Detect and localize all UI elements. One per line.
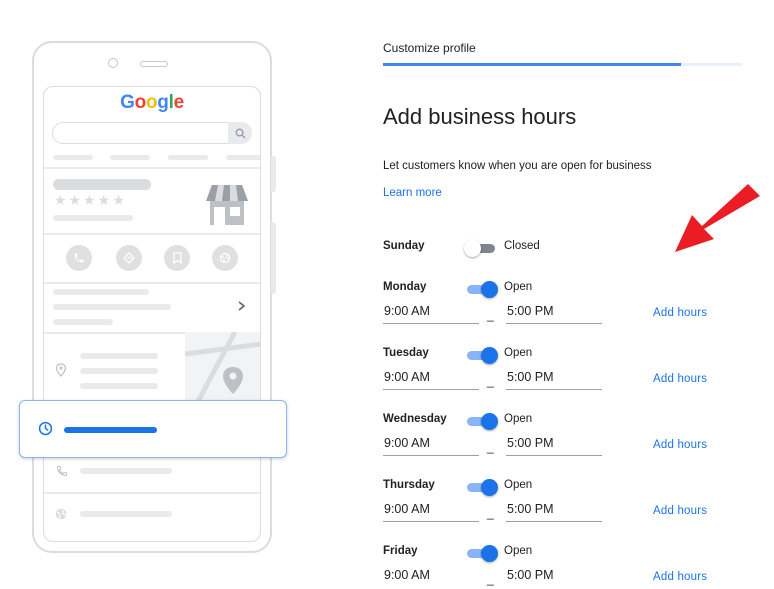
add-hours-link[interactable]: Add hours	[653, 373, 707, 385]
red-arrow-annotation	[675, 184, 760, 252]
divider	[44, 282, 260, 284]
open-closed-toggle[interactable]	[467, 545, 498, 562]
day-name: Wednesday	[383, 413, 447, 425]
placeholder-line	[53, 215, 133, 221]
phone-speaker	[140, 61, 168, 67]
day-name: Thursday	[383, 479, 435, 491]
day-row-tuesday: Tuesday Open 9:00 AM _ 5:00 PM Add hours	[383, 347, 743, 407]
time-separator: _	[487, 374, 494, 388]
hours-highlight-bar	[64, 427, 157, 433]
closing-time-field[interactable]: 5:00 PM	[506, 370, 602, 390]
day-row-wednesday: Wednesday Open 9:00 AM _ 5:00 PM Add hou…	[383, 413, 743, 473]
location-pin-icon	[55, 363, 67, 377]
divider	[44, 233, 260, 235]
add-hours-link[interactable]: Add hours	[653, 505, 707, 517]
day-status: Open	[504, 413, 533, 425]
phone-side-button	[271, 156, 276, 192]
add-hours-link[interactable]: Add hours	[653, 439, 707, 451]
breadcrumb: Customize profile	[383, 41, 476, 55]
time-separator: _	[487, 308, 494, 322]
opening-time-field[interactable]: 9:00 AM	[383, 502, 479, 522]
day-status: Closed	[504, 240, 540, 252]
google-logo: Google	[120, 92, 184, 113]
save-icon	[164, 245, 190, 271]
divider	[44, 492, 260, 494]
open-closed-toggle[interactable]	[467, 413, 498, 430]
day-name: Monday	[383, 281, 427, 293]
placeholder-line	[110, 155, 150, 160]
website-icon	[212, 245, 238, 271]
placeholder-line	[80, 353, 158, 359]
clock-icon	[38, 421, 53, 436]
time-separator: _	[487, 572, 494, 586]
placeholder-line	[80, 368, 158, 374]
placeholder-line	[80, 511, 172, 517]
learn-more-link[interactable]: Learn more	[383, 187, 442, 199]
time-separator: _	[487, 440, 494, 454]
page-title: Add business hours	[383, 104, 577, 129]
progress-bar	[383, 63, 742, 66]
placeholder-line	[168, 155, 208, 160]
placeholder-line	[80, 383, 158, 389]
day-row-thursday: Thursday Open 9:00 AM _ 5:00 PM Add hour…	[383, 479, 743, 539]
rating-stars: ★★★★★	[54, 192, 127, 208]
closing-time-field[interactable]: 5:00 PM	[506, 304, 602, 324]
open-closed-toggle[interactable]	[464, 240, 497, 257]
day-status: Open	[504, 479, 533, 491]
progress-fill	[383, 63, 681, 66]
closing-time-field[interactable]: 5:00 PM	[506, 568, 602, 588]
day-name: Tuesday	[383, 347, 429, 359]
opening-time-field[interactable]: 9:00 AM	[383, 370, 479, 390]
closing-time-field[interactable]: 5:00 PM	[506, 436, 602, 456]
phone-icon	[56, 466, 67, 477]
storefront-icon	[206, 185, 248, 225]
phone-camera	[108, 58, 118, 68]
placeholder-line	[53, 179, 151, 190]
placeholder-line	[226, 155, 260, 160]
day-status: Open	[504, 347, 533, 359]
placeholder-line	[80, 468, 172, 474]
placeholder-line	[53, 319, 113, 325]
open-closed-toggle[interactable]	[467, 347, 498, 364]
opening-time-field[interactable]: 9:00 AM	[383, 304, 479, 324]
day-status: Open	[504, 281, 533, 293]
open-closed-toggle[interactable]	[467, 281, 498, 298]
add-hours-link[interactable]: Add hours	[653, 571, 707, 583]
search-icon	[228, 122, 252, 144]
chevron-right-icon	[238, 301, 246, 311]
day-name: Sunday	[383, 240, 425, 252]
mock-search-bar	[52, 122, 252, 144]
day-name: Friday	[383, 545, 418, 557]
opening-time-field[interactable]: 9:00 AM	[383, 568, 479, 588]
placeholder-line	[53, 289, 149, 295]
phone-side-button	[271, 222, 276, 294]
phone-icon	[66, 245, 92, 271]
time-separator: _	[487, 506, 494, 520]
closing-time-field[interactable]: 5:00 PM	[506, 502, 602, 522]
page-subtitle: Let customers know when you are open for…	[383, 160, 652, 172]
website-icon	[55, 508, 67, 520]
phone-screen: Google ★★★★★	[43, 86, 261, 542]
day-row-monday: Monday Open 9:00 AM _ 5:00 PM Add hours	[383, 281, 743, 341]
directions-icon	[116, 245, 142, 271]
opening-time-field[interactable]: 9:00 AM	[383, 436, 479, 456]
divider	[44, 167, 260, 169]
day-row-friday: Friday Open 9:00 AM _ 5:00 PM Add hours	[383, 545, 743, 589]
day-status: Open	[504, 545, 533, 557]
business-hours-card	[19, 400, 287, 458]
placeholder-line	[53, 304, 171, 310]
open-closed-toggle[interactable]	[467, 479, 498, 496]
placeholder-line	[53, 155, 93, 160]
add-hours-link[interactable]: Add hours	[653, 307, 707, 319]
